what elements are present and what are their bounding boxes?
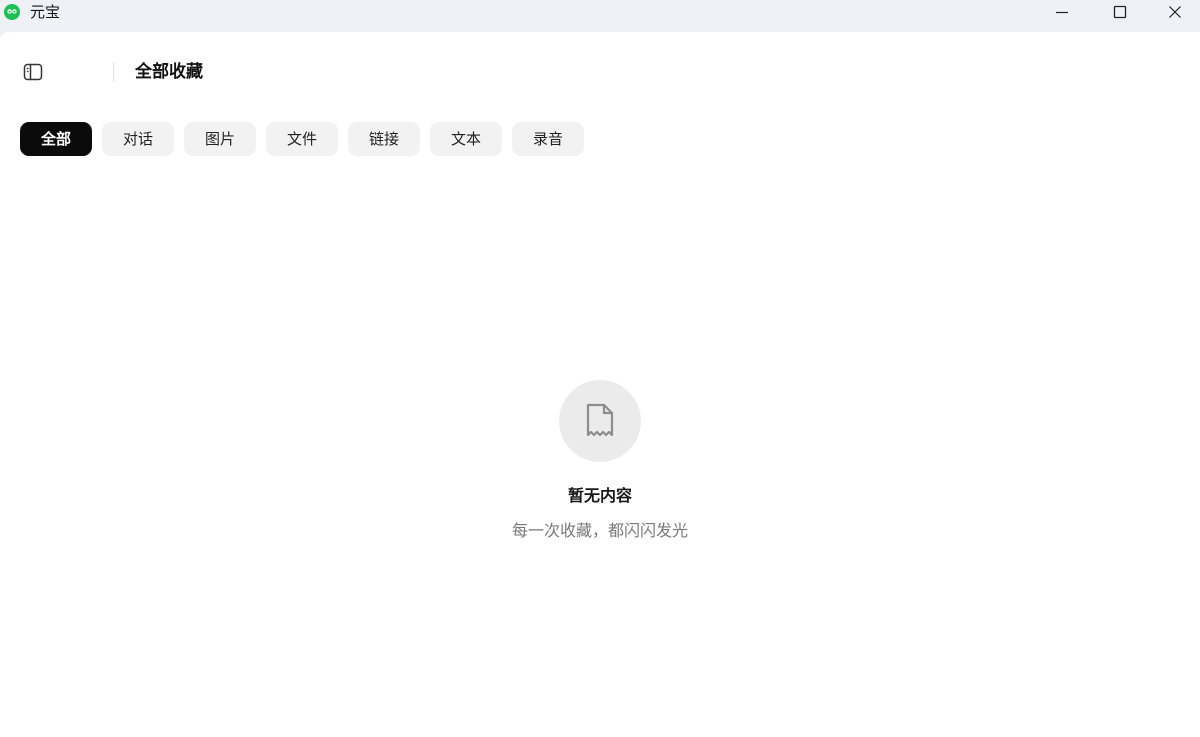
maximize-icon (1113, 5, 1127, 19)
tab-files[interactable]: 文件 (266, 122, 338, 156)
sidebar-toggle-icon (23, 63, 43, 81)
minimize-icon (1056, 11, 1068, 14)
tab-text[interactable]: 文本 (430, 122, 502, 156)
tab-all[interactable]: 全部 (20, 122, 92, 156)
header-divider (113, 62, 114, 82)
tab-recordings[interactable]: 录音 (512, 122, 584, 156)
empty-state-title: 暂无内容 (567, 486, 632, 505)
tab-images[interactable]: 图片 (184, 122, 256, 156)
title-bar: 元宝 (0, 0, 1200, 32)
tab-conversations[interactable]: 对话 (102, 122, 174, 156)
empty-state-icon-circle (559, 380, 641, 462)
close-icon (1169, 6, 1181, 18)
favorites-page: 全部收藏 全部 对话 图片 文件 链接 文本 录音 暂无内容 每一次收藏，都闪闪… (0, 32, 1200, 737)
yuanbao-logo-icon (4, 4, 20, 20)
document-icon (586, 403, 614, 437)
close-button[interactable] (1146, 0, 1200, 24)
app-title: 元宝 (30, 3, 61, 21)
sidebar-toggle-button[interactable] (22, 62, 44, 82)
empty-state-subtitle: 每一次收藏，都闪闪发光 (511, 521, 688, 540)
filter-tabs: 全部 对话 图片 文件 链接 文本 录音 (20, 122, 584, 156)
maximize-button[interactable] (1091, 0, 1149, 24)
page-title: 全部收藏 (135, 62, 203, 82)
minimize-button[interactable] (1033, 0, 1091, 24)
tab-links[interactable]: 链接 (348, 122, 420, 156)
